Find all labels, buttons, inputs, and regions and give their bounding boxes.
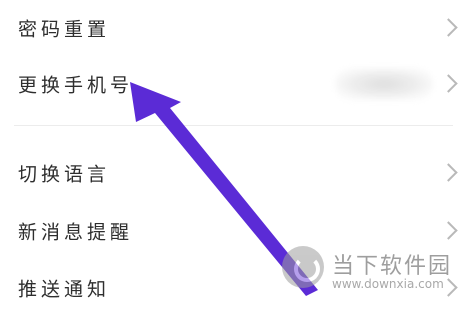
chevron-right-icon bbox=[439, 18, 458, 37]
watermark: 当下软件园 www.downxia.com bbox=[282, 244, 467, 300]
blurred-phone-number bbox=[335, 68, 433, 100]
watermark-url: www.downxia.com bbox=[332, 277, 444, 291]
watermark-logo-icon bbox=[282, 246, 324, 288]
settings-item-label: 更换手机号 bbox=[18, 74, 134, 97]
chevron-right-icon bbox=[439, 221, 458, 240]
settings-item-label: 推送通知 bbox=[18, 278, 111, 301]
settings-item-label: 切换语言 bbox=[18, 163, 111, 186]
chevron-right-icon bbox=[439, 74, 458, 93]
settings-item-switch-language[interactable]: 切换语言 bbox=[0, 145, 467, 201]
section-divider bbox=[14, 125, 453, 126]
settings-item-label: 密码重置 bbox=[18, 18, 111, 41]
settings-item-password-reset[interactable]: 密码重置 bbox=[0, 0, 467, 56]
chevron-right-icon bbox=[439, 163, 458, 182]
watermark-name: 当下软件园 bbox=[332, 254, 453, 279]
settings-item-change-phone[interactable]: 更换手机号 bbox=[0, 56, 467, 112]
settings-item-label: 新消息提醒 bbox=[18, 221, 134, 244]
